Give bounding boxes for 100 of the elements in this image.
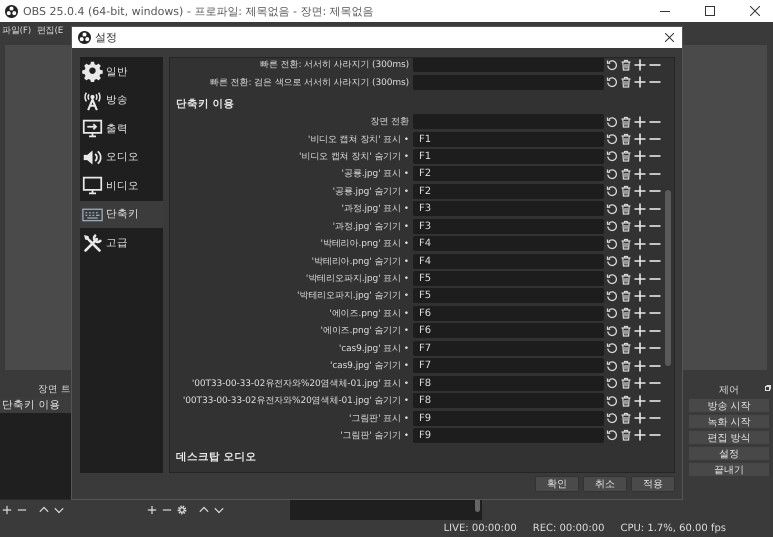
reset-icon[interactable] [606,255,618,268]
reset-icon[interactable] [606,133,618,146]
reset-icon[interactable] [606,220,618,232]
plus-icon[interactable] [634,58,646,71]
reset-icon[interactable] [606,150,618,162]
reset-icon[interactable] [606,360,618,372]
trash-icon[interactable] [620,429,632,442]
plus-icon[interactable] [634,324,646,337]
reset-icon[interactable] [606,185,618,198]
trash-icon[interactable] [620,168,632,180]
maximize-icon[interactable] [705,6,715,16]
control-button[interactable]: 끝내기 [688,462,770,477]
reset-icon[interactable] [606,202,618,215]
reset-icon[interactable] [606,394,618,407]
hotkey-field[interactable]: F7 [413,340,604,356]
control-button[interactable]: 방송 시작 [688,398,770,413]
down-icon[interactable] [214,505,224,515]
plus-icon[interactable] [634,307,646,320]
plus-icon[interactable] [634,290,646,302]
reset-icon[interactable] [606,412,618,424]
hotkey-field[interactable]: F3 [413,218,604,234]
control-button[interactable]: 편집 방식 [688,430,770,445]
reset-icon[interactable] [606,76,618,88]
sidebar-item[interactable]: 단축키 [80,200,163,228]
plus-icon[interactable] [634,116,646,128]
control-button[interactable]: 녹화 시작 [688,414,770,429]
up-icon[interactable] [199,505,209,515]
hotkey-field[interactable]: F9 [413,428,604,443]
close-icon[interactable] [750,6,760,16]
hotkey-field[interactable]: F8 [413,376,604,391]
sidebar-item[interactable]: 고급 [80,230,163,257]
reset-icon[interactable] [606,342,618,354]
trash-icon[interactable] [620,377,632,390]
trash-icon[interactable] [620,255,632,268]
reset-icon[interactable] [606,429,618,442]
menu-item[interactable]: 편집(E [36,25,64,37]
dialog-button[interactable]: 확인 [535,476,579,492]
sidebar-item[interactable]: 오디오 [80,144,163,171]
hotkey-field[interactable] [413,58,604,72]
hotkey-field[interactable]: F4 [413,236,604,252]
float-icon[interactable] [765,385,771,391]
plus-icon[interactable] [634,342,646,354]
sidebar-item[interactable]: 일반 [80,58,163,85]
hotkey-field[interactable]: F9 [413,410,604,426]
sidebar-item[interactable]: 방송 [80,86,163,114]
plus-icon[interactable] [634,76,646,88]
hotkey-field[interactable]: F2 [413,166,604,182]
plus-icon[interactable] [634,133,646,146]
hotkey-field[interactable]: F5 [413,288,604,304]
plus-icon[interactable] [634,272,646,285]
trash-icon[interactable] [620,76,632,88]
sidebar-item[interactable]: 출력 [80,115,163,142]
reset-icon[interactable] [606,290,618,302]
dialog-button[interactable]: 적용 [631,476,675,492]
menu-item[interactable]: 파일(F) [2,25,31,37]
trash-icon[interactable] [620,220,632,232]
trash-icon[interactable] [620,58,632,71]
plus-icon[interactable] [634,220,646,232]
down-icon[interactable] [54,505,64,515]
reset-icon[interactable] [606,238,618,250]
reset-icon[interactable] [606,168,618,180]
reset-icon[interactable] [606,58,618,71]
trash-icon[interactable] [620,307,632,320]
plus-icon[interactable] [634,202,646,215]
close-icon[interactable] [665,33,674,42]
plus-icon[interactable] [634,168,646,180]
trash-icon[interactable] [620,412,632,424]
plus-icon[interactable] [634,394,646,407]
hotkey-field[interactable]: F7 [413,358,604,374]
hotkey-field[interactable]: F3 [413,201,604,216]
plus-icon[interactable] [147,505,157,515]
scrollbar-thumb[interactable] [665,190,671,366]
trash-icon[interactable] [620,185,632,198]
plus-icon[interactable] [634,185,646,198]
trash-icon[interactable] [620,342,632,354]
trash-icon[interactable] [620,360,632,372]
sidebar-item[interactable]: 비디오 [80,172,163,200]
trash-icon[interactable] [620,324,632,337]
plus-icon[interactable] [634,150,646,162]
reset-icon[interactable] [606,307,618,320]
hotkey-field[interactable]: F6 [413,306,604,321]
hotkey-field[interactable]: F6 [413,323,604,338]
trash-icon[interactable] [620,272,632,285]
hotkey-field[interactable]: F1 [413,148,604,164]
reset-icon[interactable] [606,272,618,285]
hotkey-field[interactable]: F4 [413,254,604,269]
hotkey-field[interactable]: F8 [413,393,604,408]
trash-icon[interactable] [620,290,632,302]
plus-icon[interactable] [634,360,646,372]
trash-icon[interactable] [620,202,632,215]
reset-icon[interactable] [606,324,618,337]
reset-icon[interactable] [606,377,618,390]
trash-icon[interactable] [620,394,632,407]
plus-icon[interactable] [634,429,646,442]
plus-icon[interactable] [634,238,646,250]
trash-icon[interactable] [620,238,632,250]
hotkey-field[interactable]: F1 [413,132,604,147]
hotkey-field[interactable]: F5 [413,271,604,286]
trash-icon[interactable] [620,150,632,162]
dialog-button[interactable]: 취소 [583,476,627,492]
